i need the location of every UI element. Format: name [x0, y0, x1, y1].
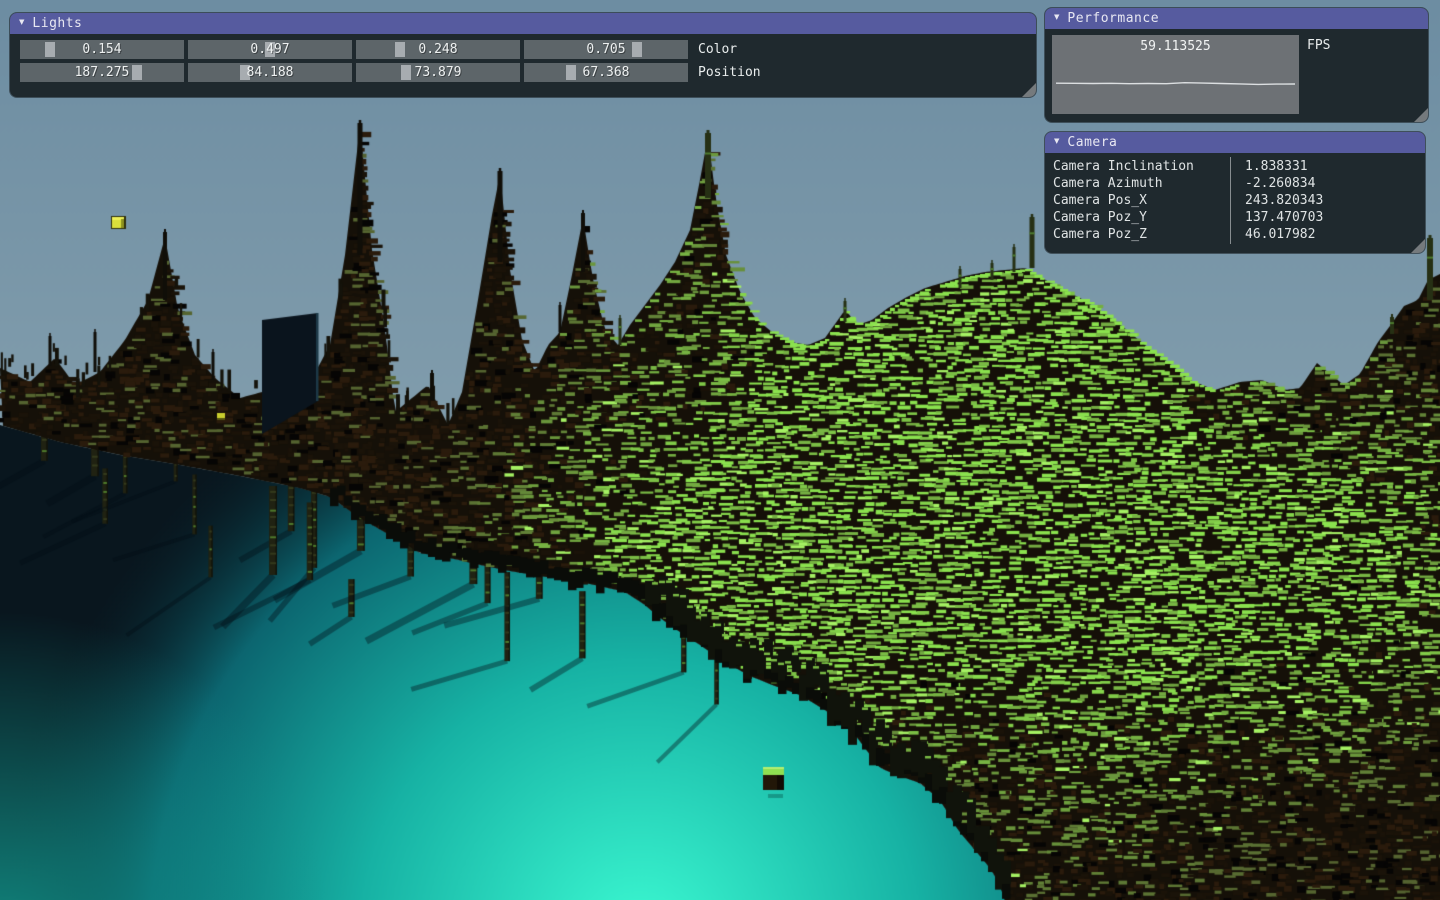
slider-value: 73.879 [356, 63, 520, 82]
camera-row-value: 243.820343 [1231, 193, 1323, 208]
slider-value: 0.248 [356, 40, 520, 59]
performance-panel: ▼ Performance 59.113525 FPS [1045, 8, 1428, 122]
collapse-arrow-icon: ▼ [1054, 138, 1059, 147]
camera-row-value: -2.260834 [1231, 176, 1315, 191]
camera-row: Camera Poz_Y 137.470703 [1053, 209, 1417, 226]
performance-panel-header[interactable]: ▼ Performance [1045, 8, 1428, 29]
lights-panel: ▼ Lights 0.154 0.497 0.248 0.705 Color 1… [10, 13, 1036, 97]
light-position-slider-3[interactable]: 67.368 [524, 63, 688, 82]
position-row-label: Position [698, 65, 761, 80]
light-color-slider-3[interactable]: 0.705 [524, 40, 688, 59]
light-color-slider-1[interactable]: 0.497 [188, 40, 352, 59]
slider-value: 67.368 [524, 63, 688, 82]
camera-row-value: 46.017982 [1231, 227, 1315, 242]
lights-panel-header[interactable]: ▼ Lights [10, 13, 1036, 34]
camera-row-label: Camera Poz_Y [1053, 210, 1231, 225]
camera-row-label: Camera Pos_X [1053, 193, 1231, 208]
slider-value: 0.705 [524, 40, 688, 59]
light-color-slider-0[interactable]: 0.154 [20, 40, 184, 59]
resize-grip[interactable] [1414, 108, 1428, 122]
slider-value: 84.188 [188, 63, 352, 82]
voxel-engine-window: ▼ Lights 0.154 0.497 0.248 0.705 Color 1… [0, 0, 1440, 900]
collapse-arrow-icon: ▼ [19, 19, 24, 28]
resize-grip[interactable] [1411, 239, 1425, 253]
camera-row: Camera Inclination 1.838331 [1053, 158, 1417, 175]
light-position-slider-1[interactable]: 84.188 [188, 63, 352, 82]
fps-plot-value: 59.113525 [1052, 39, 1299, 54]
light-position-slider-0[interactable]: 187.275 [20, 63, 184, 82]
camera-row: Camera Azimuth -2.260834 [1053, 175, 1417, 192]
camera-row-label: Camera Poz_Z [1053, 227, 1231, 242]
lights-panel-title: Lights [32, 16, 82, 31]
slider-value: 187.275 [20, 63, 184, 82]
camera-row: Camera Poz_Z 46.017982 [1053, 226, 1417, 243]
camera-row-value: 137.470703 [1231, 210, 1323, 225]
camera-panel-header[interactable]: ▼ Camera [1045, 132, 1425, 153]
color-row-label: Color [698, 42, 737, 57]
camera-panel-title: Camera [1067, 135, 1117, 150]
fps-unit-label: FPS [1307, 38, 1330, 53]
performance-panel-title: Performance [1067, 11, 1159, 26]
camera-rows: Camera Inclination 1.838331 Camera Azimu… [1053, 158, 1417, 243]
slider-value: 0.154 [20, 40, 184, 59]
camera-row-label: Camera Azimuth [1053, 176, 1231, 191]
collapse-arrow-icon: ▼ [1054, 14, 1059, 23]
resize-grip[interactable] [1022, 83, 1036, 97]
camera-row-value: 1.838331 [1231, 159, 1308, 174]
camera-row: Camera Pos_X 243.820343 [1053, 192, 1417, 209]
light-color-slider-2[interactable]: 0.248 [356, 40, 520, 59]
slider-value: 0.497 [188, 40, 352, 59]
camera-row-label: Camera Inclination [1053, 159, 1231, 174]
fps-plot: 59.113525 [1052, 35, 1299, 114]
light-position-slider-2[interactable]: 73.879 [356, 63, 520, 82]
camera-panel: ▼ Camera Camera Inclination 1.838331 Cam… [1045, 132, 1425, 253]
